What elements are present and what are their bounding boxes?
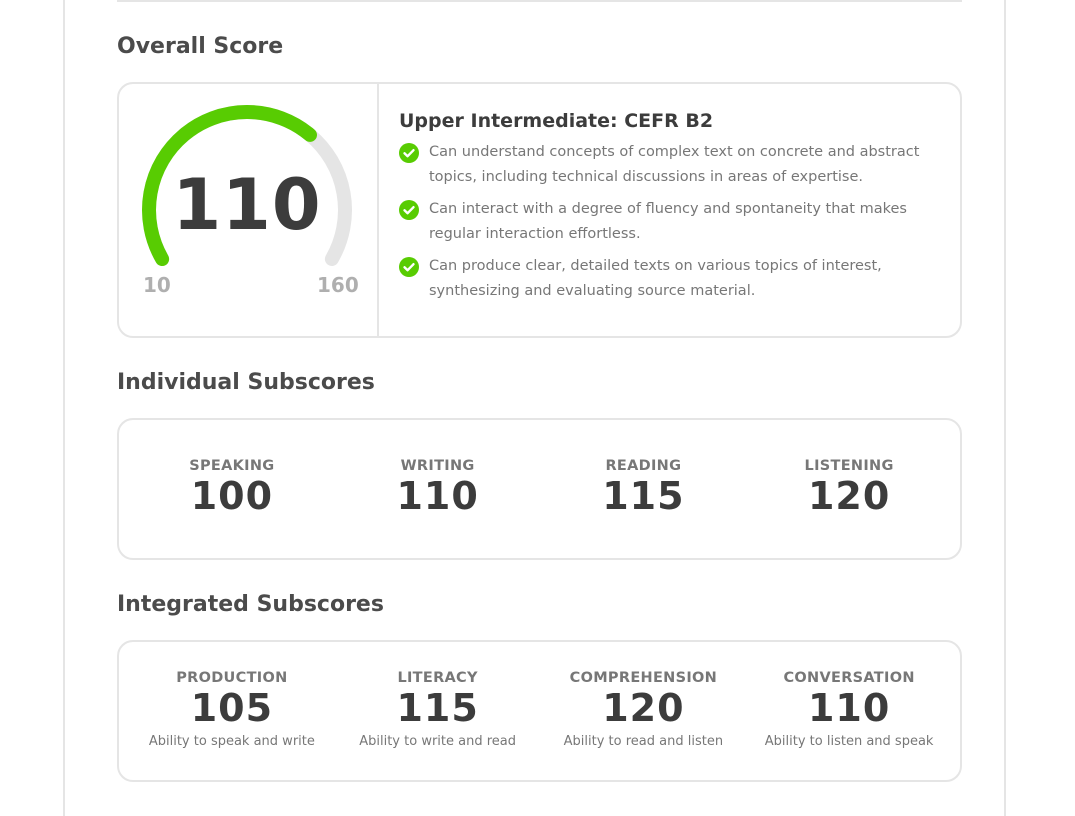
ability-item: Can produce clear, detailed texts on var… <box>399 256 939 304</box>
check-circle-icon <box>399 257 419 277</box>
subscore-production: PRODUCTION 105 Ability to speak and writ… <box>129 642 335 780</box>
score-report-page: Overall Score 110 10 160 Upper Intermedi… <box>63 0 1006 816</box>
score-gauge: 110 10 160 <box>119 84 379 336</box>
subscore-description: Ability to speak and write <box>148 734 315 749</box>
subscore-value: 115 <box>602 474 685 518</box>
overall-score-heading: Overall Score <box>117 34 284 59</box>
ability-item: Can interact with a degree of fluency an… <box>399 199 939 247</box>
check-circle-icon <box>399 200 419 220</box>
subscore-speaking: SPEAKING 100 <box>129 420 335 558</box>
individual-subscores-heading: Individual Subscores <box>117 370 375 395</box>
subscore-value: 105 <box>190 686 274 730</box>
ability-text: Can produce clear, detailed texts on var… <box>429 258 882 299</box>
subscore-value: 100 <box>190 474 274 518</box>
subscore-conversation: CONVERSATION 110 Ability to listen and s… <box>746 642 952 780</box>
subscore-label: PRODUCTION <box>176 670 288 686</box>
individual-subscores-card: SPEAKING 100 WRITING 110 READING 115 LIS… <box>117 418 962 560</box>
subscore-value: 110 <box>396 474 479 518</box>
integrated-subscore-grid: PRODUCTION 105 Ability to speak and writ… <box>129 642 952 780</box>
ability-list: Can understand concepts of complex text … <box>399 142 939 304</box>
subscore-writing: WRITING 110 <box>335 420 541 558</box>
ability-text: Can understand concepts of complex text … <box>429 144 920 185</box>
subscore-description: Ability to listen and speak <box>764 734 934 749</box>
subscore-label: WRITING <box>400 458 475 474</box>
overall-score-card: 110 10 160 Upper Intermediate: CEFR B2 C… <box>117 82 962 338</box>
subscore-reading: READING 115 <box>541 420 747 558</box>
level-description: Upper Intermediate: CEFR B2 Can understa… <box>399 110 939 313</box>
subscore-label: COMPREHENSION <box>569 670 718 686</box>
subscore-value: 120 <box>602 686 685 730</box>
top-divider <box>117 0 962 2</box>
cefr-level-title: Upper Intermediate: CEFR B2 <box>399 110 714 132</box>
integrated-subscores-heading: Integrated Subscores <box>117 592 384 617</box>
subscore-literacy: LITERACY 115 Ability to write and read <box>335 642 541 780</box>
subscore-label: READING <box>605 458 682 474</box>
subscore-label: LISTENING <box>804 458 894 474</box>
gauge-max-label: 160 <box>317 273 359 297</box>
integrated-subscores-card: PRODUCTION 105 Ability to speak and writ… <box>117 640 962 782</box>
subscore-comprehension: COMPREHENSION 120 Ability to read and li… <box>541 642 747 780</box>
individual-subscore-grid: SPEAKING 100 WRITING 110 READING 115 LIS… <box>129 420 952 558</box>
ability-item: Can understand concepts of complex text … <box>399 142 939 190</box>
subscore-description: Ability to write and read <box>359 734 517 749</box>
subscore-label: SPEAKING <box>189 458 275 474</box>
overall-score-value: 110 <box>172 164 322 246</box>
subscore-label: CONVERSATION <box>783 670 915 686</box>
subscore-label: LITERACY <box>397 670 478 686</box>
ability-text: Can interact with a degree of fluency an… <box>429 201 907 242</box>
check-circle-icon <box>399 143 419 163</box>
gauge-min-label: 10 <box>143 273 171 297</box>
subscore-value: 120 <box>807 474 891 518</box>
subscore-listening: LISTENING 120 <box>746 420 952 558</box>
subscore-value: 110 <box>807 686 891 730</box>
subscore-value: 115 <box>396 686 479 730</box>
subscore-description: Ability to read and listen <box>563 734 724 749</box>
